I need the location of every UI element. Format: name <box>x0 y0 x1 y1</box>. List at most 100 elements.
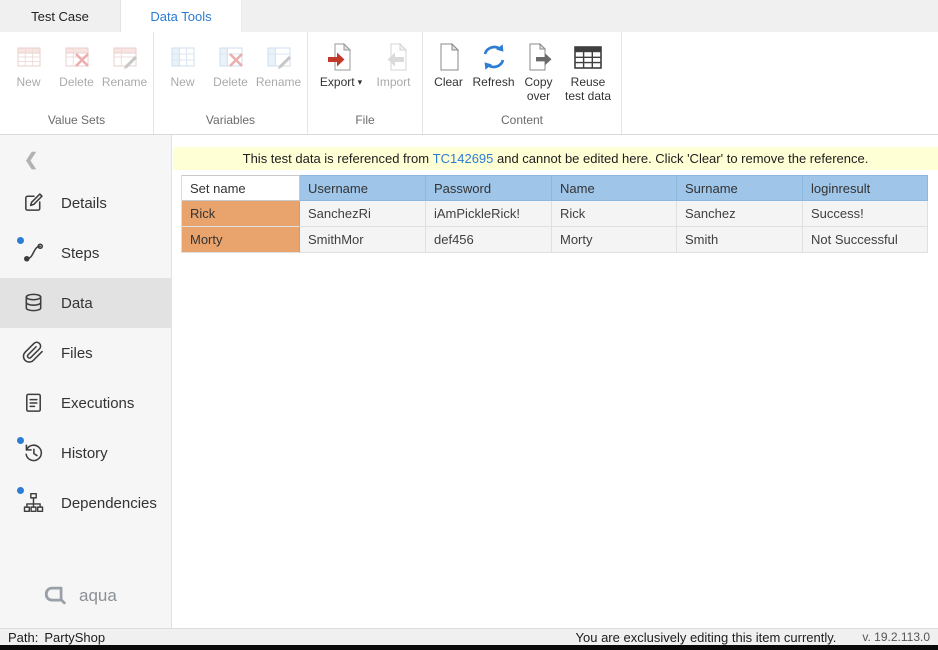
table-cell[interactable]: Rick <box>552 201 677 227</box>
sidebar-item-label: Files <box>61 345 93 362</box>
history-icon <box>22 441 46 465</box>
group-label-content: Content <box>426 110 618 134</box>
export-button[interactable]: Export ▾ <box>313 38 369 92</box>
refresh-button[interactable]: Refresh <box>470 38 517 92</box>
dropdown-caret-icon: ▾ <box>358 78 363 87</box>
delete-value-set-button: Delete <box>53 38 100 92</box>
column-new-icon <box>167 41 199 73</box>
notification-dot <box>17 237 24 244</box>
button-label: Import <box>376 76 410 90</box>
header-cell-username: Username <box>300 175 426 201</box>
export-icon <box>325 41 357 73</box>
group-label-file: File <box>311 110 419 134</box>
import-button: Import <box>370 38 417 92</box>
app-version: v. 19.2.113.0 <box>862 630 930 644</box>
sidebar-item-label: Steps <box>61 245 99 262</box>
table-delete-icon <box>61 41 93 73</box>
sidebar-item-dependencies[interactable]: Dependencies <box>0 478 171 528</box>
set-name-cell[interactable]: Rick <box>182 201 300 227</box>
bottom-black-strip <box>0 645 938 650</box>
button-label: Refresh <box>472 76 514 90</box>
column-rename-icon <box>263 41 295 73</box>
sidebar-item-files[interactable]: Files <box>0 328 171 378</box>
collapse-sidebar-button[interactable]: ❮ <box>0 135 171 178</box>
table-cell[interactable]: Morty <box>552 227 677 253</box>
notification-dot <box>17 437 24 444</box>
button-label: Reuse test data <box>561 76 615 104</box>
sidebar-item-data[interactable]: Data <box>0 278 171 328</box>
notice-text-suffix: and cannot be edited here. Click 'Clear'… <box>493 151 868 166</box>
table-rename-icon <box>109 41 141 73</box>
ribbon-group-file: Export ▾ Import File <box>308 32 423 134</box>
sidebar-item-label: Details <box>61 195 107 212</box>
sidebar-item-steps[interactable]: Steps <box>0 228 171 278</box>
button-label: New <box>170 76 194 90</box>
clear-button[interactable]: Clear <box>428 38 469 92</box>
button-label: Export <box>320 76 355 90</box>
table-cell[interactable]: def456 <box>426 227 552 253</box>
value-sets-buttons: New Delete <box>3 34 150 110</box>
sidebar-item-label: Executions <box>61 395 134 412</box>
file-buttons: Export ▾ Import <box>311 34 419 110</box>
sidebar: ❮ Details Steps <box>0 135 172 628</box>
copy-over-icon <box>523 41 555 73</box>
sidebar-item-history[interactable]: History <box>0 428 171 478</box>
button-label: Copy over <box>519 76 558 104</box>
reuse-test-data-icon <box>572 41 604 73</box>
test-case-reference-link[interactable]: TC142695 <box>433 151 494 166</box>
notification-dot <box>17 487 24 494</box>
tab-data-tools[interactable]: Data Tools <box>121 0 242 32</box>
edit-icon <box>22 191 46 215</box>
paperclip-icon <box>22 341 46 365</box>
delete-variable-button: Delete <box>207 38 254 92</box>
reuse-test-data-button[interactable]: Reuse test data <box>560 38 616 106</box>
new-variable-button: New <box>159 38 206 92</box>
export-label-row: Export ▾ <box>320 76 362 90</box>
data-table: Set name Username Password Name Surname … <box>181 175 938 253</box>
reference-notice-bar: This test data is referenced from TC1426… <box>173 147 938 170</box>
sidebar-item-label: Dependencies <box>61 495 157 512</box>
import-icon <box>378 41 410 73</box>
ribbon: New Delete <box>0 32 938 135</box>
button-label: New <box>16 76 40 90</box>
dependencies-icon <box>22 491 46 515</box>
tab-test-case[interactable]: Test Case <box>0 0 121 32</box>
sidebar-item-executions[interactable]: Executions <box>0 378 171 428</box>
header-cell-surname: Surname <box>677 175 803 201</box>
table-cell[interactable]: Sanchez <box>677 201 803 227</box>
aqua-logo: aqua <box>0 584 171 608</box>
button-label: Delete <box>59 76 94 90</box>
aqua-logo-text: aqua <box>79 586 117 606</box>
button-label: Clear <box>434 76 463 90</box>
group-label-variables: Variables <box>157 110 304 134</box>
path-value: PartyShop <box>44 630 105 645</box>
table-cell[interactable]: Success! <box>803 201 928 227</box>
main-content: This test data is referenced from TC1426… <box>173 135 938 628</box>
table-cell[interactable]: SanchezRi <box>300 201 426 227</box>
ribbon-group-variables: New Delete <box>154 32 308 134</box>
button-label: Delete <box>213 76 248 90</box>
tab-bar: Test Case Data Tools <box>0 0 938 32</box>
copy-over-button[interactable]: Copy over <box>518 38 559 106</box>
header-cell-set-name: Set name <box>182 175 300 201</box>
back-chevron-icon: ❮ <box>24 150 38 169</box>
header-cell-name: Name <box>552 175 677 201</box>
sidebar-item-label: Data <box>61 295 93 312</box>
path-label: Path: <box>8 630 38 645</box>
variables-buttons: New Delete <box>157 34 304 110</box>
status-bar: Path: PartyShop You are exclusively edit… <box>0 628 938 645</box>
sidebar-item-details[interactable]: Details <box>0 178 171 228</box>
aqua-logo-icon <box>42 584 70 608</box>
refresh-icon <box>478 41 510 73</box>
table-cell[interactable]: SmithMor <box>300 227 426 253</box>
table-cell[interactable]: Not Successful <box>803 227 928 253</box>
data-table-wrap: Set name Username Password Name Surname … <box>181 175 938 253</box>
button-label: Rename <box>102 76 147 90</box>
database-icon <box>22 291 46 315</box>
table-cell[interactable]: Smith <box>677 227 803 253</box>
steps-icon <box>22 241 46 265</box>
header-cell-loginresult: loginresult <box>803 175 928 201</box>
table-cell[interactable]: iAmPickleRick! <box>426 201 552 227</box>
group-label-value-sets: Value Sets <box>3 110 150 134</box>
set-name-cell[interactable]: Morty <box>182 227 300 253</box>
